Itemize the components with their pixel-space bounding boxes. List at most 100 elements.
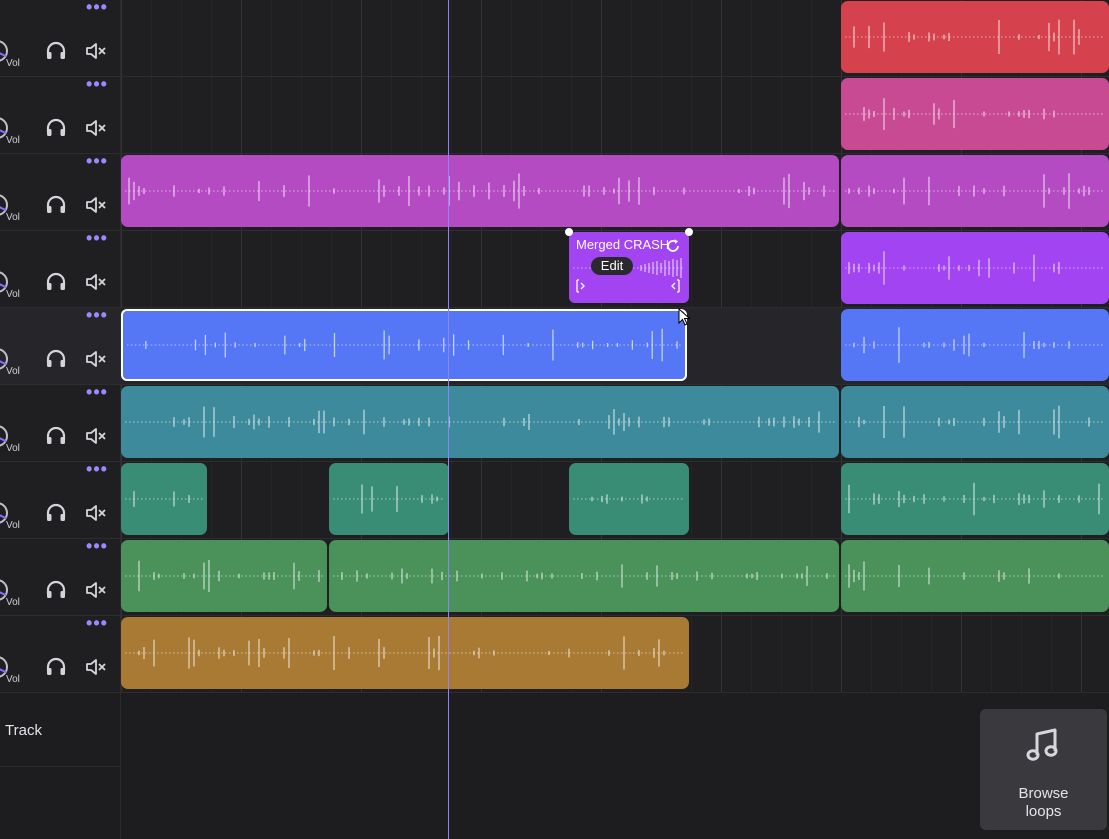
clip-waveform bbox=[845, 251, 1105, 285]
track-row: ••• Vol bbox=[0, 383, 1109, 462]
more-options-icon[interactable]: ••• bbox=[85, 152, 109, 173]
more-options-icon[interactable]: ••• bbox=[85, 229, 109, 250]
audio-clip[interactable] bbox=[841, 386, 1109, 458]
track-row: ••• Vol bbox=[0, 614, 1109, 693]
headphones-icon[interactable] bbox=[44, 425, 68, 447]
volume-label: Vol bbox=[6, 597, 20, 608]
track-header[interactable]: ••• Vol bbox=[0, 614, 121, 692]
track-lane[interactable] bbox=[121, 77, 1109, 153]
audio-clip[interactable] bbox=[121, 540, 328, 612]
audio-clip[interactable] bbox=[841, 463, 1109, 535]
headphones-icon[interactable] bbox=[44, 502, 68, 524]
volume-label: Vol bbox=[6, 674, 20, 685]
mute-icon[interactable] bbox=[84, 348, 108, 370]
volume-label: Vol bbox=[6, 135, 20, 146]
clip-handle-left[interactable] bbox=[565, 228, 573, 236]
more-options-icon[interactable]: ••• bbox=[85, 306, 109, 327]
clip-waveform bbox=[845, 482, 1105, 516]
headphones-icon[interactable] bbox=[44, 40, 68, 62]
track-lane[interactable] bbox=[121, 0, 1109, 76]
track-lane[interactable] bbox=[121, 462, 1109, 538]
mute-icon[interactable] bbox=[84, 40, 108, 62]
mute-icon[interactable] bbox=[84, 579, 108, 601]
audio-clip[interactable] bbox=[121, 463, 208, 535]
playhead[interactable] bbox=[447, 0, 449, 839]
audio-clip[interactable] bbox=[841, 155, 1109, 227]
more-options-icon[interactable]: ••• bbox=[85, 383, 109, 404]
music-note-icon bbox=[1026, 728, 1058, 761]
clip-waveform bbox=[124, 635, 685, 671]
trim-end-icon[interactable] bbox=[669, 279, 681, 293]
audio-clip[interactable] bbox=[841, 309, 1109, 381]
track-lane[interactable] bbox=[121, 616, 1109, 692]
track-row: ••• Vol bbox=[0, 229, 1109, 308]
headphones-icon[interactable] bbox=[44, 579, 68, 601]
loop-icon[interactable] bbox=[665, 238, 681, 254]
audio-clip[interactable] bbox=[328, 463, 449, 535]
more-options-icon[interactable]: ••• bbox=[85, 75, 109, 96]
track-header[interactable]: ••• Vol bbox=[0, 229, 121, 307]
headphones-icon[interactable] bbox=[44, 194, 68, 216]
clip-title: Merged CRASH bbox=[576, 237, 668, 252]
clip-handle-right[interactable] bbox=[685, 228, 693, 236]
track-list: ••• Vol ••• Vol ••• Vol ••• Vol ••• Vol ••• Vol ••• V… bbox=[0, 0, 1109, 693]
track-lane[interactable] bbox=[121, 539, 1109, 615]
browse-loops-line2: loops bbox=[1025, 803, 1062, 820]
track-row: ••• Vol bbox=[0, 306, 1109, 385]
audio-clip[interactable] bbox=[328, 540, 839, 612]
mute-icon[interactable] bbox=[84, 656, 108, 678]
browse-loops-button[interactable]: Browse loops bbox=[980, 709, 1107, 830]
track-lane[interactable] bbox=[121, 308, 1109, 384]
audio-clip[interactable] bbox=[841, 232, 1109, 304]
audio-clip[interactable] bbox=[568, 463, 689, 535]
clip-waveform bbox=[332, 564, 835, 588]
clip-waveform bbox=[124, 173, 835, 209]
mute-icon[interactable] bbox=[84, 271, 108, 293]
audio-clip[interactable] bbox=[121, 309, 688, 381]
more-options-icon[interactable]: ••• bbox=[85, 537, 109, 558]
more-options-icon[interactable]: ••• bbox=[85, 614, 109, 635]
browse-loops-label: Browse loops bbox=[980, 785, 1107, 821]
audio-clip[interactable] bbox=[121, 617, 689, 689]
mute-icon[interactable] bbox=[84, 502, 108, 524]
audio-clip[interactable] bbox=[841, 540, 1109, 612]
track-header[interactable]: ••• Vol bbox=[0, 0, 121, 76]
clip-waveform bbox=[845, 327, 1105, 363]
add-track-label: Track bbox=[5, 722, 42, 739]
audio-clip[interactable] bbox=[841, 1, 1109, 73]
track-header[interactable]: ••• Vol bbox=[0, 75, 121, 153]
volume-label: Vol bbox=[6, 443, 20, 454]
headphones-icon[interactable] bbox=[44, 656, 68, 678]
add-track-button[interactable]: Track bbox=[0, 691, 121, 767]
edit-button[interactable]: Edit bbox=[591, 257, 633, 275]
volume-label: Vol bbox=[6, 212, 20, 223]
headphones-icon[interactable] bbox=[44, 348, 68, 370]
mute-icon[interactable] bbox=[84, 425, 108, 447]
merged-clip[interactable]: Merged CRASH Edit bbox=[565, 228, 693, 303]
track-header[interactable]: ••• Vol bbox=[0, 383, 121, 461]
mute-icon[interactable] bbox=[84, 194, 108, 216]
track-header[interactable]: ••• Vol bbox=[0, 537, 121, 615]
audio-clip[interactable] bbox=[121, 155, 839, 227]
clip-waveform bbox=[845, 98, 1105, 130]
more-options-icon[interactable]: ••• bbox=[85, 0, 109, 19]
track-lane[interactable] bbox=[121, 154, 1109, 230]
trim-start-icon[interactable] bbox=[575, 279, 587, 293]
track-lane[interactable] bbox=[121, 385, 1109, 461]
mute-icon[interactable] bbox=[84, 117, 108, 139]
volume-label: Vol bbox=[6, 366, 20, 377]
clip-waveform bbox=[572, 494, 685, 504]
browse-loops-line1: Browse bbox=[1018, 785, 1069, 802]
headphones-icon[interactable] bbox=[44, 117, 68, 139]
track-header[interactable]: ••• Vol bbox=[0, 152, 121, 230]
clip-waveform bbox=[845, 405, 1105, 439]
clip-waveform bbox=[124, 406, 835, 438]
volume-label: Vol bbox=[6, 58, 20, 69]
headphones-icon[interactable] bbox=[44, 271, 68, 293]
audio-clip[interactable] bbox=[121, 386, 839, 458]
track-row: ••• Vol bbox=[0, 152, 1109, 231]
audio-clip[interactable] bbox=[841, 78, 1109, 150]
track-header[interactable]: ••• Vol bbox=[0, 460, 121, 538]
track-header[interactable]: ••• Vol bbox=[0, 306, 121, 384]
more-options-icon[interactable]: ••• bbox=[85, 460, 109, 481]
